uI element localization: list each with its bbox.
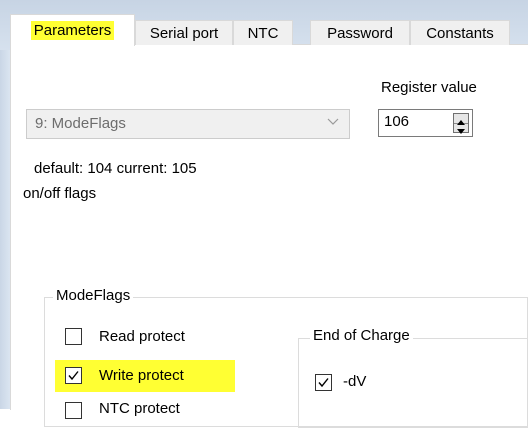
register-spin-buttons: [453, 113, 469, 134]
end-of-charge-group-title: End of Charge: [310, 327, 413, 344]
read-protect-checkbox[interactable]: [65, 328, 82, 345]
dv-label: -dV: [343, 373, 367, 390]
tab-constants[interactable]: Constants: [410, 20, 510, 45]
parameter-defaults-text: default: 104 current: 105: [34, 160, 197, 177]
end-of-charge-groupbox: [298, 338, 528, 428]
checkmark-icon: [318, 378, 329, 388]
tab-parameters[interactable]: Parameters: [10, 14, 135, 46]
tab-parameters-label: Parameters: [30, 21, 115, 40]
tab-password[interactable]: Password: [310, 20, 410, 45]
dv-checkbox[interactable]: [315, 374, 332, 391]
triangle-down-icon: [457, 129, 465, 134]
register-value-text: 106: [384, 113, 410, 130]
register-value-spinbox[interactable]: 106: [378, 109, 473, 137]
tab-serial-port-label: Serial port: [149, 25, 219, 42]
tab-ntc-label: NTC: [247, 25, 279, 42]
write-protect-checkbox[interactable]: [65, 367, 82, 384]
chevron-down-icon: [327, 118, 339, 125]
register-value-label: Register value: [381, 79, 477, 96]
parameter-select-value: 9: ModeFlags: [35, 115, 126, 132]
read-protect-label: Read protect: [99, 328, 185, 345]
tab-password-label: Password: [327, 25, 393, 42]
spin-down-button[interactable]: [454, 123, 468, 134]
parameter-description-text: on/off flags: [23, 185, 97, 202]
modeflags-group-title: ModeFlags: [53, 287, 134, 304]
tab-serial-port[interactable]: Serial port: [135, 20, 233, 45]
parameter-select[interactable]: 9: ModeFlags: [26, 109, 350, 139]
write-protect-label: Write protect: [99, 367, 184, 384]
window-background-left: [0, 50, 10, 409]
checkmark-icon: [68, 371, 79, 381]
tab-ntc[interactable]: NTC: [233, 20, 293, 45]
ntc-protect-checkbox[interactable]: [65, 402, 82, 419]
tab-constants-label: Constants: [426, 25, 494, 42]
